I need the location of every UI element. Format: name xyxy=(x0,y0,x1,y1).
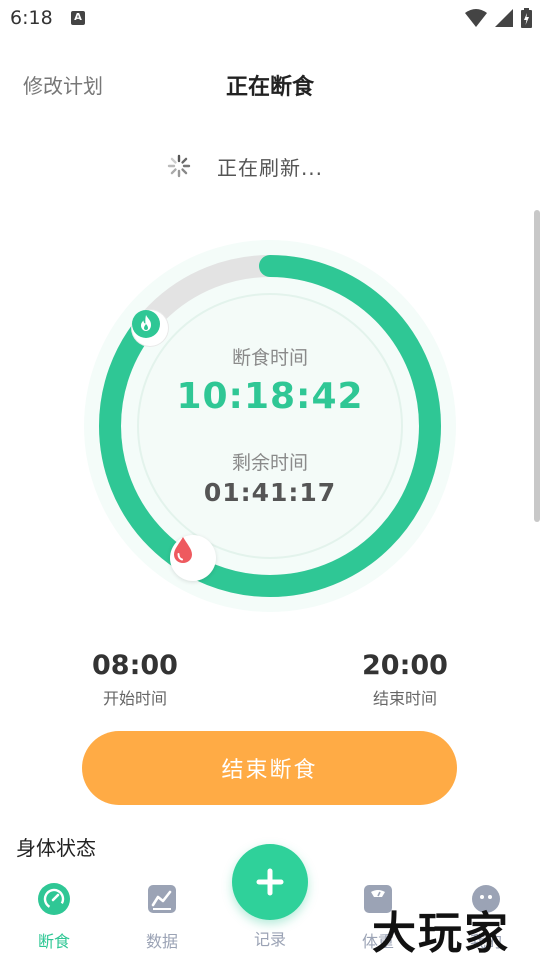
start-time-block: 08:00 开始时间 xyxy=(65,650,205,709)
fasting-gauge-icon xyxy=(38,883,70,915)
refresh-indicator: 正在刷新... xyxy=(0,148,540,184)
status-time: 6:18 xyxy=(10,7,53,29)
system-icons xyxy=(465,8,532,28)
tab-record-label: 记录 xyxy=(253,930,286,949)
tab-label: 数据 xyxy=(145,932,178,951)
progress-ring-graphic xyxy=(84,240,456,612)
status-bar: 6:18 A xyxy=(0,0,540,36)
refresh-text: 正在刷新... xyxy=(216,155,324,180)
fasting-progress-ring: 断食时间 10:18:42 剩余时间 01:41:17 xyxy=(82,238,458,614)
remaining-label: 剩余时间 xyxy=(231,452,308,474)
elapsed-label: 断食时间 xyxy=(231,347,308,369)
loading-spinner-icon xyxy=(167,154,191,178)
end-fasting-button[interactable]: 结束断食 xyxy=(82,731,457,805)
tab-fasting[interactable]: 断食 xyxy=(14,882,94,952)
battery-icon xyxy=(521,8,532,28)
end-time-label: 结束时间 xyxy=(372,689,437,708)
end-time: 20:00 xyxy=(362,650,448,681)
blood-drop-icon xyxy=(170,535,216,581)
top-nav: 修改计划 正在断食 xyxy=(0,56,540,112)
page-title: 正在断食 xyxy=(225,75,314,100)
end-time-block: 20:00 结束时间 xyxy=(335,650,475,709)
add-record-button[interactable] xyxy=(232,844,308,920)
signal-icon xyxy=(495,9,513,27)
flame-icon xyxy=(132,310,168,346)
remaining-value: 01:41:17 xyxy=(203,478,337,507)
wifi-icon xyxy=(465,9,487,27)
app-notification-icon: A xyxy=(71,11,85,25)
start-time: 08:00 xyxy=(92,650,178,681)
fasting-schedule: 08:00 开始时间 20:00 结束时间 xyxy=(0,650,540,710)
watermark-logo: 大玩家 xyxy=(372,908,510,959)
chart-icon xyxy=(148,885,176,913)
start-time-label: 开始时间 xyxy=(102,689,167,708)
elapsed-value: 10:18:42 xyxy=(176,376,364,417)
body-status-title: 身体状态 xyxy=(16,836,96,860)
tab-label: 断食 xyxy=(37,932,70,951)
scrollbar[interactable] xyxy=(534,210,540,522)
plus-icon xyxy=(256,868,284,896)
tab-data[interactable]: 数据 xyxy=(122,882,202,952)
